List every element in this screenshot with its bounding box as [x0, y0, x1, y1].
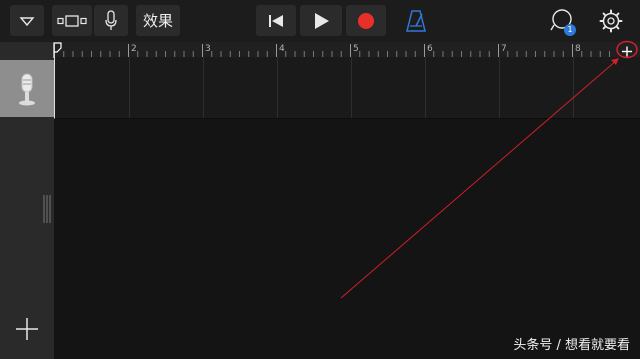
annotation-circle: [616, 40, 638, 59]
watermark-text: 头条号 / 想看就要看: [513, 338, 630, 353]
annotation-overlay: [340, 40, 638, 299]
annotation-arrow: [340, 59, 618, 299]
